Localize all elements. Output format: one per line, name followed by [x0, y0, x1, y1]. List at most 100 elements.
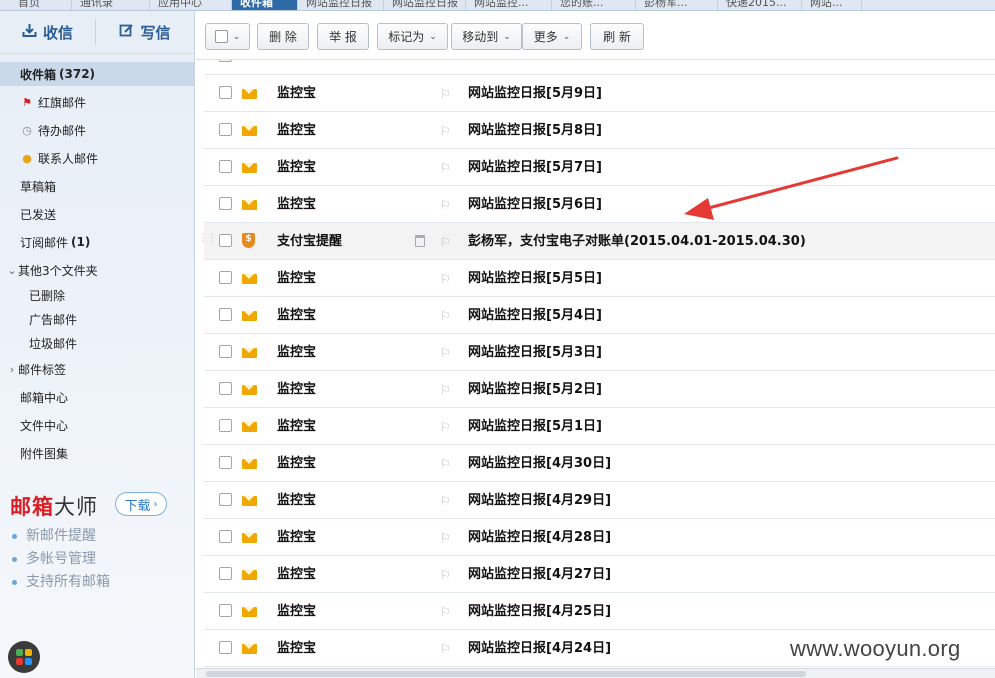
flag-icon[interactable]: ⚐: [440, 568, 451, 582]
sidebar-item-flagged[interactable]: ⚑ 红旗邮件: [0, 90, 194, 114]
more-dropdown[interactable]: 更多 ⌄: [522, 23, 582, 50]
top-tab[interactable]: 收件箱: [232, 0, 298, 10]
top-tab[interactable]: 您的账...: [552, 0, 636, 10]
delete-button[interactable]: 删 除: [257, 23, 309, 50]
report-button[interactable]: 举 报: [317, 23, 369, 50]
mark-as-dropdown[interactable]: 标记为 ⌄: [377, 23, 448, 50]
row-checkbox[interactable]: [219, 456, 232, 469]
row-checkbox[interactable]: [219, 234, 232, 247]
row-checkbox[interactable]: [219, 345, 232, 358]
table-row[interactable]: 监控宝 ⚐ 网站监控日报[5月9日]: [204, 75, 995, 112]
sidebar-item-todo[interactable]: ◷ 待办邮件: [0, 118, 194, 142]
row-checkbox[interactable]: [219, 641, 232, 654]
sidebar-item-drafts[interactable]: 草稿箱: [0, 174, 194, 198]
row-checkbox[interactable]: [219, 160, 232, 173]
table-row[interactable]: 监控宝 ⚐ 网站监控日报[5月6日]: [204, 186, 995, 223]
flag-icon[interactable]: ⚐: [440, 87, 451, 101]
flag-icon[interactable]: ⚐: [440, 383, 451, 397]
top-tab[interactable]: 通讯录: [72, 0, 150, 10]
top-tab[interactable]: 快递2015...: [718, 0, 802, 10]
sidebar-item-spam[interactable]: 垃圾邮件: [0, 332, 194, 354]
table-row[interactable]: 监控宝 ⚐ 网站监控日报[5月5日]: [204, 260, 995, 297]
row-checkbox[interactable]: [219, 308, 232, 321]
flag-icon[interactable]: ⚐: [440, 420, 451, 434]
row-checkbox[interactable]: [219, 60, 232, 62]
flag-icon[interactable]: ⚐: [440, 605, 451, 619]
flag-icon[interactable]: ⚐: [440, 309, 451, 323]
sidebar-item-tags[interactable]: › 邮件标签: [0, 357, 194, 381]
flag-icon[interactable]: ⚐: [440, 124, 451, 138]
sender-name: 监控宝: [277, 456, 317, 471]
table-row[interactable]: 监控宝 ⚐ 网站监控日报[4月25日]: [204, 593, 995, 630]
row-checkbox[interactable]: [219, 123, 232, 136]
table-row[interactable]: ⋮⋮ $ 支付宝提醒 ⚐ 彭杨军，支付宝电子对账单(2015.04.01-2015.04…: [198, 223, 995, 260]
row-checkbox[interactable]: [219, 197, 232, 210]
envelope-icon: [242, 200, 257, 210]
top-tab[interactable]: 网站监控...: [466, 0, 552, 10]
row-checkbox[interactable]: [219, 493, 232, 506]
trash-icon[interactable]: [415, 235, 425, 247]
row-checkbox[interactable]: [219, 382, 232, 395]
top-tab[interactable]: 网站监控日报: [384, 0, 466, 10]
promo-feature[interactable]: 多帐号管理: [12, 548, 110, 571]
flag-icon[interactable]: ⚐: [440, 457, 451, 471]
sidebar-item-attachments[interactable]: 附件图集: [0, 441, 194, 465]
apps-grid-icon[interactable]: [8, 641, 40, 673]
move-to-dropdown[interactable]: 移动到 ⌄: [451, 23, 522, 50]
sidebar-item-other-folders[interactable]: ⌄ 其他3个文件夹: [0, 258, 194, 282]
sidebar-item-mail-center[interactable]: 邮箱中心: [0, 385, 194, 409]
promo-feature[interactable]: 支持所有邮箱: [12, 571, 110, 594]
top-tab[interactable]: 网站监控日报: [298, 0, 384, 10]
email-subject: 网站监控日报[5月5日]: [468, 271, 602, 286]
sidebar-item-subscriptions[interactable]: 订阅邮件 (1): [0, 230, 194, 254]
table-row[interactable]: 监控宝 ⚐ 网站监控日报[4月29日]: [204, 482, 995, 519]
row-checkbox[interactable]: [219, 604, 232, 617]
table-row[interactable]: 监控宝 ⚐ 网站监控日报[4月28日]: [204, 519, 995, 556]
sidebar-item-inbox[interactable]: 收件箱 (372): [0, 62, 194, 86]
flag-icon[interactable]: ⚐: [440, 531, 451, 545]
table-row[interactable]: 监控宝 ⚐ 网站监控日报[5月8日]: [204, 112, 995, 149]
select-all-dropdown[interactable]: ⌄: [205, 23, 250, 50]
top-tab[interactable]: 应用中心: [150, 0, 232, 10]
flag-icon[interactable]: ⚐: [440, 494, 451, 508]
table-row[interactable]: 监控宝 ⚐ 网站监控日报[5月3日]: [204, 334, 995, 371]
sidebar-item-ads[interactable]: 广告邮件: [0, 308, 194, 330]
row-checkbox[interactable]: [219, 567, 232, 580]
table-row[interactable]: 监控宝 ⚐ 网站监控日报[5月7日]: [204, 149, 995, 186]
mail-master-logo[interactable]: 邮箱大师: [10, 491, 98, 521]
table-row-partial[interactable]: [204, 60, 995, 75]
report-label: 举 报: [329, 30, 357, 44]
horizontal-scrollbar[interactable]: [196, 668, 995, 678]
top-tab[interactable]: 首页: [10, 0, 72, 10]
row-checkbox[interactable]: [219, 271, 232, 284]
flag-icon[interactable]: ⚐: [440, 161, 451, 175]
scrollbar-thumb[interactable]: [206, 671, 806, 677]
sidebar-item-deleted[interactable]: 已删除: [0, 284, 194, 306]
drag-handle-icon[interactable]: ⋮⋮: [198, 233, 217, 244]
row-checkbox[interactable]: [219, 86, 232, 99]
flag-icon[interactable]: ⚐: [440, 642, 451, 656]
flag-icon[interactable]: ⚐: [440, 235, 451, 249]
refresh-button[interactable]: 刷 新: [590, 23, 644, 50]
top-tab[interactable]: 彭杨军...: [636, 0, 718, 10]
compose-button[interactable]: 写信: [96, 11, 194, 54]
table-row[interactable]: 监控宝 ⚐ 网站监控日报[5月4日]: [204, 297, 995, 334]
download-button[interactable]: 下载 ›: [115, 492, 167, 516]
flag-icon[interactable]: ⚐: [440, 346, 451, 360]
receive-button[interactable]: 收信: [0, 11, 95, 54]
sender-name: 监控宝: [277, 345, 317, 360]
sidebar-item-contacts[interactable]: ● 联系人邮件: [0, 146, 194, 170]
table-row[interactable]: 监控宝 ⚐ 网站监控日报[5月2日]: [204, 371, 995, 408]
sidebar-item-file-center[interactable]: 文件中心: [0, 413, 194, 437]
table-row[interactable]: 监控宝 ⚐ 网站监控日报[4月27日]: [204, 556, 995, 593]
table-row[interactable]: 监控宝 ⚐ 网站监控日报[5月1日]: [204, 408, 995, 445]
table-row[interactable]: 监控宝 ⚐ 网站监控日报[4月30日]: [204, 445, 995, 482]
flag-icon[interactable]: ⚐: [440, 198, 451, 212]
row-checkbox[interactable]: [219, 419, 232, 432]
select-all-checkbox[interactable]: [214, 30, 228, 43]
top-tab[interactable]: 网站...: [802, 0, 862, 10]
sidebar-item-sent[interactable]: 已发送: [0, 202, 194, 226]
flag-icon[interactable]: ⚐: [440, 272, 451, 286]
promo-feature[interactable]: 新邮件提醒: [12, 525, 110, 548]
row-checkbox[interactable]: [219, 530, 232, 543]
